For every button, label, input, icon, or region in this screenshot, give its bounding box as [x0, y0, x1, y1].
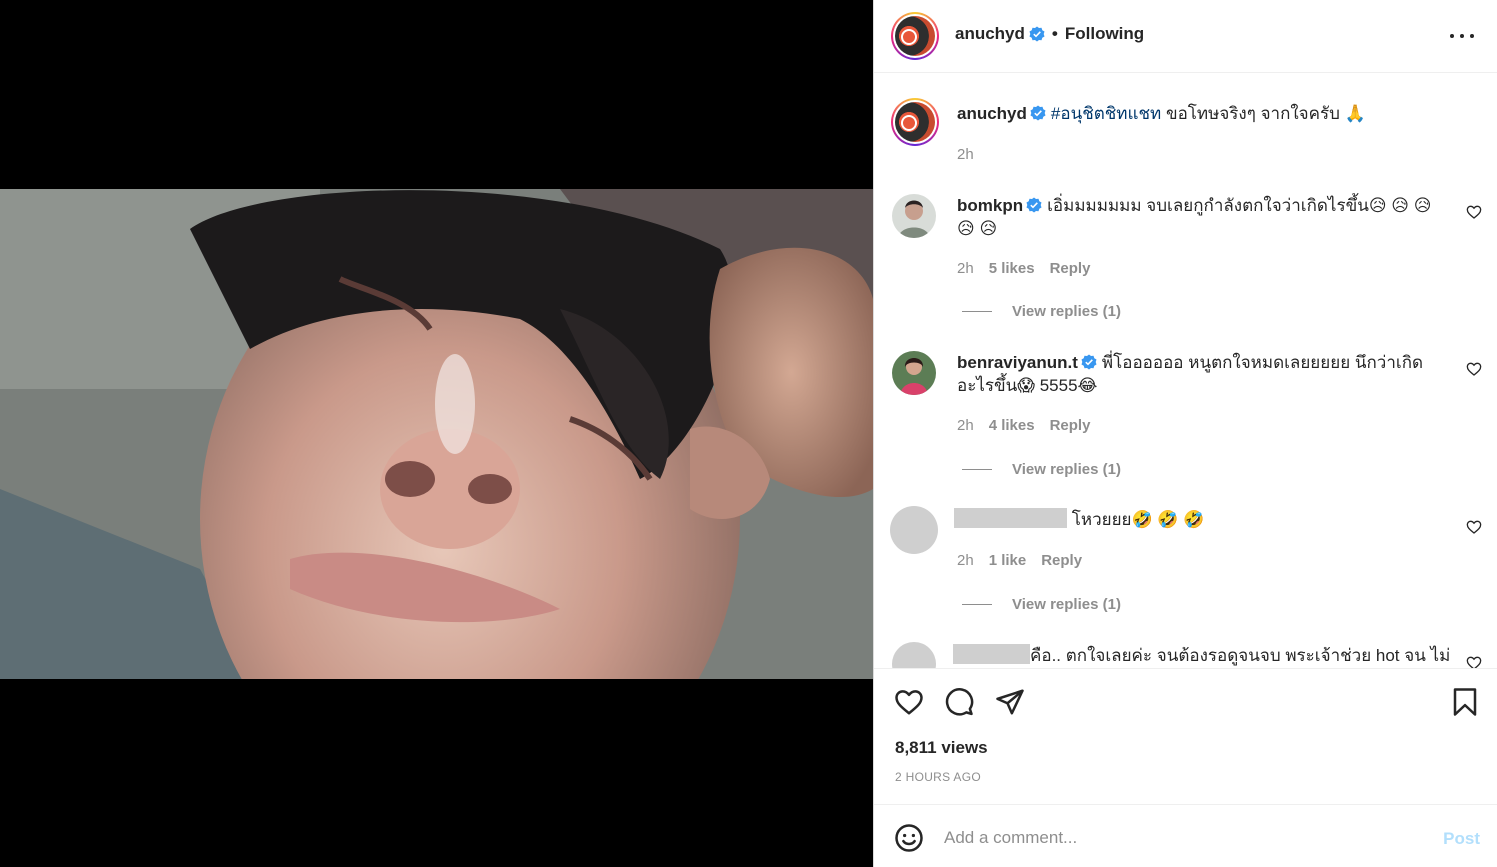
comment-likes[interactable]: 1 like [989, 552, 1027, 569]
view-replies-button[interactable]: View replies (1) [962, 461, 1121, 478]
comment-bubble-icon[interactable] [944, 687, 974, 717]
like-comment-heart-icon[interactable] [1466, 519, 1482, 535]
view-replies-label: View replies (1) [1012, 303, 1121, 320]
redacted-username [954, 508, 1067, 528]
commenter-username[interactable]: bomkpn [957, 196, 1023, 215]
view-replies-line [962, 469, 992, 470]
view-replies-line [962, 311, 992, 312]
like-comment-heart-icon[interactable] [1466, 204, 1482, 220]
view-count[interactable]: 8,811 views [895, 738, 988, 758]
comment-meta: 2h 1 like Reply [957, 552, 1082, 569]
view-replies-button[interactable]: View replies (1) [962, 303, 1121, 320]
comment-age[interactable]: 2h [957, 552, 974, 569]
view-replies-line [962, 604, 992, 605]
comment-meta: 2h 4 likes Reply [957, 417, 1090, 434]
comment-meta: 2h 5 likes Reply [957, 260, 1090, 277]
post-header: anuchyd • Following [874, 0, 1497, 73]
commenter-avatar[interactable] [892, 194, 936, 238]
like-comment-heart-icon[interactable] [1466, 361, 1482, 377]
reply-button[interactable]: Reply [1050, 417, 1091, 434]
verified-badge-icon [1081, 354, 1097, 370]
comment-text: คือ.. ตกใจเลยค่ะ จนต้องรอดูจนจบ พระเจ้าช… [953, 644, 1453, 667]
comment-likes[interactable]: 5 likes [989, 260, 1035, 277]
verified-badge-icon [1030, 105, 1046, 121]
post-actions: 8,811 views 2 HOURS AGO [874, 668, 1497, 804]
verified-badge-icon [1026, 197, 1042, 213]
caption-author-username[interactable]: anuchyd [957, 104, 1027, 123]
author-username[interactable]: anuchyd [955, 24, 1025, 44]
commenter-username[interactable]: benraviyanun.t [957, 353, 1078, 372]
commenter-avatar[interactable] [892, 351, 936, 395]
commenter-avatar-redacted[interactable] [890, 506, 938, 554]
comment-age[interactable]: 2h [957, 260, 974, 277]
caption-author-avatar[interactable] [891, 98, 939, 146]
reply-button[interactable]: Reply [1041, 552, 1082, 569]
comment-age[interactable]: 2h [957, 417, 974, 434]
comment-composer: Post [874, 804, 1497, 867]
comment-message: คือ.. ตกใจเลยค่ะ จนต้องรอดูจนจบ พระเจ้าช… [1030, 646, 1451, 665]
paper-plane-icon[interactable] [995, 687, 1025, 717]
caption-text: anuchyd #อนุชิตชิทแชท ขอโทษจริงๆ จากใจครั… [957, 102, 1437, 125]
comment-text: benraviyanun.t พี่โออออออ หนูตกใจหมดเลยยย… [957, 351, 1437, 397]
more-options-icon[interactable] [1450, 26, 1474, 46]
caption-age[interactable]: 2h [957, 146, 974, 163]
comment-text: โหวยยย🤣 🤣 🤣 [954, 508, 1434, 531]
separator-dot: • [1051, 24, 1058, 43]
author-avatar[interactable] [891, 12, 939, 60]
post-timestamp[interactable]: 2 HOURS AGO [895, 770, 981, 784]
post-media [0, 0, 873, 867]
view-replies-label: View replies (1) [1012, 596, 1121, 613]
reply-button[interactable]: Reply [1050, 260, 1091, 277]
redacted-username [953, 644, 1030, 664]
comment-message: โหวยยย🤣 🤣 🤣 [1071, 510, 1205, 529]
caption-hashtag-link[interactable]: #อนุชิตชิทแชท [1051, 104, 1161, 123]
smiley-icon[interactable] [894, 823, 924, 853]
post-detail-panel: anuchyd • Following anuchyd #อนุชิตชิทแชท… [873, 0, 1497, 867]
commenter-avatar-redacted[interactable] [892, 642, 936, 668]
view-replies-label: View replies (1) [1012, 461, 1121, 478]
verified-badge-icon [1029, 26, 1045, 42]
comment-likes[interactable]: 4 likes [989, 417, 1035, 434]
add-comment-input[interactable] [944, 825, 1424, 851]
video-frame-image [0, 189, 873, 679]
comments-list: anuchyd #อนุชิตชิทแชท ขอโทษจริงๆ จากใจครั… [874, 74, 1497, 668]
caption-meta: 2h [957, 146, 974, 163]
following-button[interactable]: Following [1065, 24, 1144, 44]
caption-message: ขอโทษจริงๆ จากใจครับ 🙏 [1165, 104, 1366, 123]
bookmark-icon[interactable] [1450, 687, 1480, 717]
comment-text: bomkpn เอิ่มมมมมมม จบเลยกูกำลังตกใจว่าเกิ… [957, 194, 1437, 240]
view-replies-button[interactable]: View replies (1) [962, 596, 1121, 613]
header-user-row: anuchyd • Following [955, 24, 1144, 44]
like-comment-heart-icon[interactable] [1466, 655, 1482, 668]
post-comment-button[interactable]: Post [1443, 829, 1480, 849]
video-player[interactable] [0, 189, 873, 679]
heart-icon[interactable] [894, 687, 924, 717]
